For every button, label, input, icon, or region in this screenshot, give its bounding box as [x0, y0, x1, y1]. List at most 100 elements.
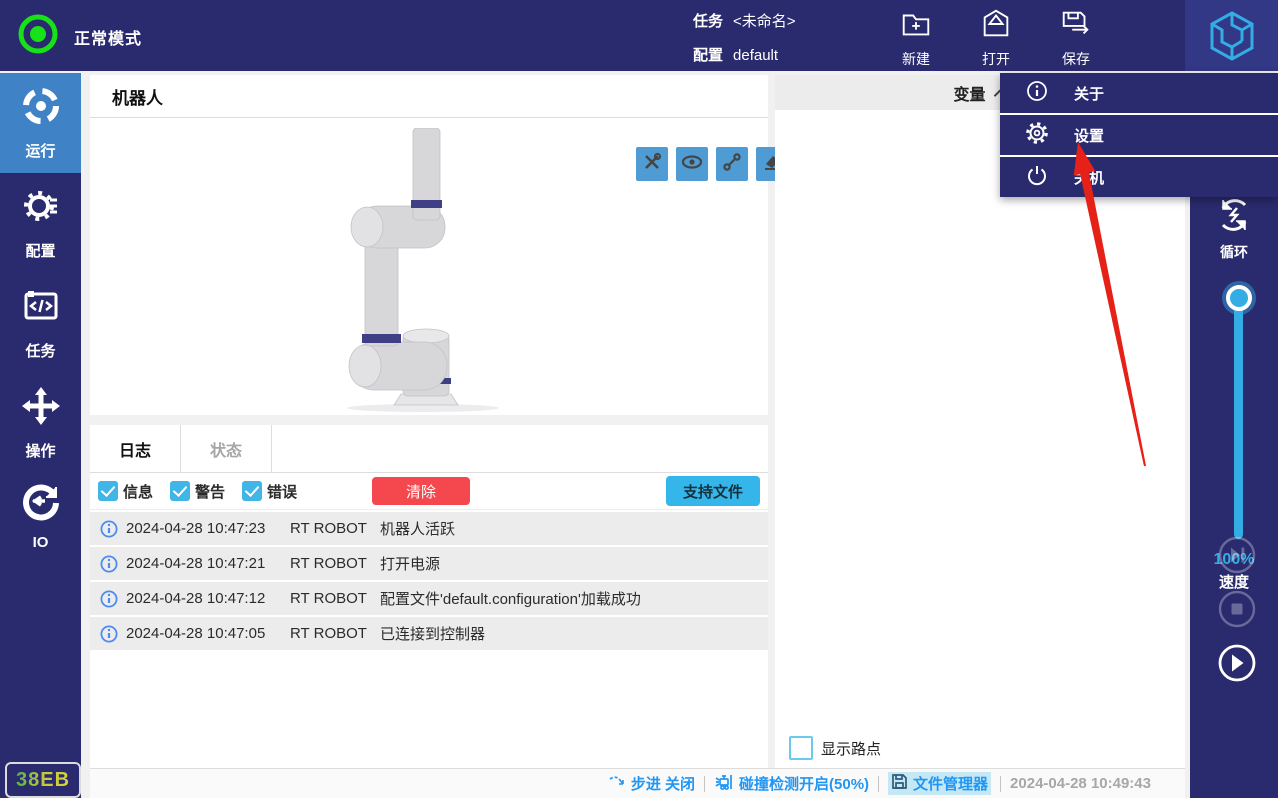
- log-source: RT ROBOT: [290, 555, 367, 572]
- warning-checkbox[interactable]: [170, 481, 191, 501]
- app-window: 正常模式 任务 <未命名> 配置 default 新建 打开 保存 运行 配置 …: [0, 0, 1278, 798]
- show-waypoints-checkbox[interactable]: [789, 736, 813, 760]
- play-button[interactable]: [1217, 643, 1257, 683]
- power-icon: [1026, 164, 1048, 191]
- mode-label: 正常模式: [74, 30, 143, 48]
- speed-slider-knob[interactable]: [1226, 285, 1252, 311]
- config-value: default: [733, 47, 779, 64]
- status-bar: 步进 关闭 碰撞检测开启(50%) 文件管理器 2024-04-28 10:49…: [90, 768, 1185, 798]
- warning-checkbox-label: 警告: [195, 483, 226, 501]
- file-manager-icon: [891, 773, 908, 794]
- log-source: RT ROBOT: [290, 625, 367, 642]
- sidebar-item-operate[interactable]: 操作: [0, 373, 81, 473]
- log-row[interactable]: 2024-04-28 10:47:23 RT ROBOT 机器人活跃: [90, 512, 768, 545]
- info-log-icon: [100, 590, 118, 612]
- save-icon: [1059, 11, 1093, 45]
- new-task-button[interactable]: 新建: [881, 7, 951, 69]
- log-time: 2024-04-28 10:47:12: [126, 590, 266, 607]
- error-checkbox-label: 错误: [267, 483, 298, 501]
- sidebar-item-label: 配置: [25, 243, 56, 260]
- log-entries: 2024-04-28 10:47:23 RT ROBOT 机器人活跃 2024-…: [90, 512, 768, 650]
- statusbar-divider: [704, 775, 706, 792]
- path-icon: [722, 152, 742, 177]
- log-time: 2024-04-28 10:47:05: [126, 625, 266, 642]
- step-mode-status[interactable]: 步进 关闭: [608, 773, 695, 794]
- log-source: RT ROBOT: [290, 590, 367, 607]
- eye-button[interactable]: [676, 147, 708, 181]
- robot-3d-view[interactable]: [295, 127, 545, 421]
- loop-button[interactable]: 循环: [1190, 197, 1278, 262]
- log-filter-row: 信息 警告 错误 清除 支持文件: [90, 473, 768, 510]
- support-files-button[interactable]: 支持文件: [666, 476, 760, 506]
- run-icon: [20, 85, 62, 132]
- collision-detection-label: 碰撞检测开启(50%): [739, 776, 870, 793]
- tab-status[interactable]: 状态: [181, 425, 272, 472]
- sidebar-item-io[interactable]: IO: [0, 473, 81, 559]
- config-label: 配置: [693, 47, 724, 64]
- error-checkbox[interactable]: [242, 481, 263, 501]
- step-mode-label: 步进 关闭: [630, 776, 696, 793]
- io-sync-icon: [21, 481, 61, 526]
- menu-item-shutdown[interactable]: 关机: [1000, 157, 1278, 197]
- status-code-badge[interactable]: 38EB: [5, 762, 81, 798]
- mode-status: 正常模式: [18, 14, 142, 59]
- task-label: 任务: [693, 13, 724, 30]
- info-log-icon: [100, 520, 118, 542]
- new-task-icon: [899, 14, 933, 45]
- stop-button[interactable]: [1217, 589, 1257, 629]
- log-row[interactable]: 2024-04-28 10:47:05 RT ROBOT 已连接到控制器: [90, 617, 768, 650]
- show-waypoints-row: 显示路点: [789, 736, 881, 760]
- info-checkbox[interactable]: [98, 481, 118, 501]
- statusbar-divider: [1000, 775, 1002, 792]
- config-gear-icon: [20, 185, 62, 232]
- menu-item-about[interactable]: 关于: [1000, 73, 1278, 115]
- collision-detection-status[interactable]: 碰撞检测开启(50%): [714, 773, 869, 795]
- log-message: 配置文件'default.configuration'加载成功: [380, 591, 641, 608]
- open-label: 打开: [982, 51, 1010, 67]
- menu-item-label: 关机: [1074, 169, 1105, 187]
- log-source: RT ROBOT: [290, 520, 367, 537]
- new-task-label: 新建: [902, 51, 930, 67]
- log-row[interactable]: 2024-04-28 10:47:21 RT ROBOT 打开电源: [90, 547, 768, 580]
- robot-panel: 机器人: [90, 75, 828, 415]
- top-bar: 正常模式 任务 <未命名> 配置 default 新建 打开 保存: [0, 0, 1278, 71]
- log-message: 已连接到控制器: [380, 626, 486, 643]
- clear-button[interactable]: 清除: [372, 477, 470, 505]
- system-dropdown-menu: 关于 设置 关机: [1000, 73, 1278, 197]
- step-forward-button[interactable]: [1217, 535, 1257, 575]
- info-log-icon: [100, 625, 118, 647]
- normal-mode-status-icon: [18, 14, 58, 59]
- task-row: 任务 <未命名>: [693, 10, 796, 31]
- save-label: 保存: [1062, 51, 1090, 67]
- task-value: <未命名>: [733, 13, 796, 30]
- path-button[interactable]: [716, 147, 748, 181]
- open-button[interactable]: 打开: [961, 7, 1031, 69]
- open-icon: [979, 9, 1013, 45]
- move-arrows-icon: [20, 385, 62, 432]
- task-code-icon: [20, 285, 62, 332]
- log-message: 打开电源: [380, 556, 441, 573]
- sidebar-item-label: 运行: [25, 143, 56, 160]
- variables-title: 变量: [953, 86, 986, 104]
- save-button[interactable]: 保存: [1041, 7, 1111, 69]
- brand-logo[interactable]: [1185, 0, 1278, 71]
- gear-icon: [1026, 121, 1048, 149]
- sidebar-item-config[interactable]: 配置: [0, 173, 81, 273]
- sidebar-item-run[interactable]: 运行: [0, 73, 81, 173]
- log-row[interactable]: 2024-04-28 10:47:12 RT ROBOT 配置文件'defaul…: [90, 582, 768, 615]
- config-row: 配置 default: [693, 44, 778, 65]
- menu-item-label: 关于: [1074, 85, 1105, 103]
- info-log-icon: [100, 555, 118, 577]
- sidebar-item-label: IO: [32, 534, 49, 551]
- speed-slider-track[interactable]: [1234, 297, 1243, 539]
- tab-log[interactable]: 日志: [90, 425, 181, 472]
- sidebar-item-task[interactable]: 任务: [0, 273, 81, 373]
- tools-button[interactable]: [636, 147, 668, 181]
- left-sidebar: 运行 配置 任务 操作 IO: [0, 73, 81, 798]
- menu-item-settings[interactable]: 设置: [1000, 115, 1278, 157]
- file-manager-label: 文件管理器: [913, 776, 989, 793]
- robot-panel-title: 机器人: [90, 75, 768, 118]
- collision-icon: [714, 773, 734, 795]
- info-icon: [1026, 80, 1048, 107]
- file-manager-button[interactable]: 文件管理器: [888, 772, 992, 795]
